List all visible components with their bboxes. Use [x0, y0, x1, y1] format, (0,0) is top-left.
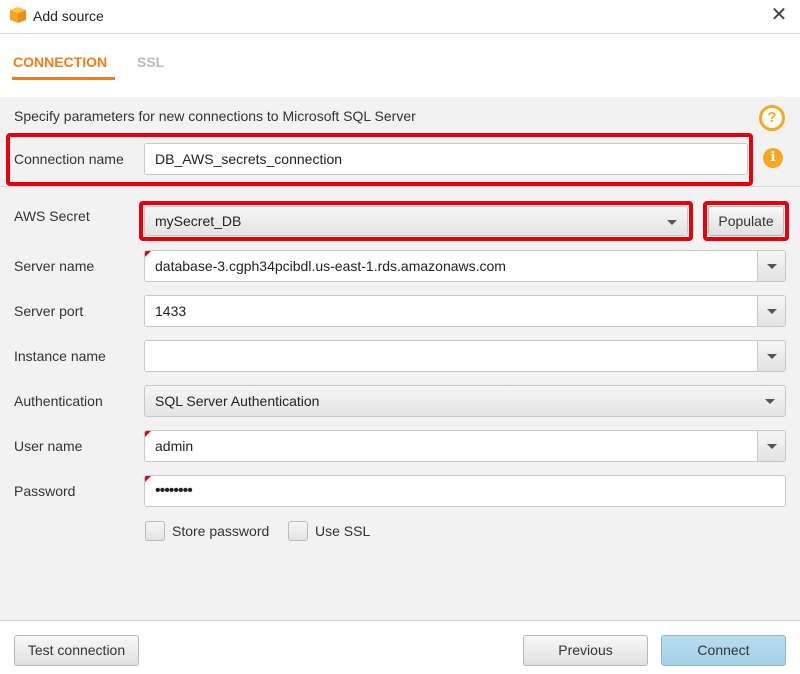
authentication-value: SQL Server Authentication — [155, 393, 320, 409]
store-password-label: Store password — [172, 523, 270, 539]
chevron-down-icon — [667, 220, 677, 225]
aws-box-icon — [10, 7, 26, 23]
test-connection-button[interactable]: Test connection — [14, 635, 139, 666]
password-input[interactable]: •••••••• — [144, 475, 786, 507]
chevron-down-icon — [767, 444, 777, 449]
server-name-label: Server name — [14, 258, 95, 274]
server-name-dropdown-button[interactable] — [757, 251, 785, 281]
aws-secret-label: AWS Secret — [14, 208, 90, 224]
server-port-value: 1433 — [155, 303, 187, 319]
divider — [0, 186, 800, 187]
aws-secret-dropdown[interactable]: mySecret_DB — [144, 206, 688, 236]
title-bar: Add source ✕ — [0, 0, 800, 34]
chevron-down-icon — [767, 309, 777, 314]
password-value: •••••••• — [155, 482, 193, 499]
tab-bar: CONNECTION SSL — [0, 35, 800, 97]
connection-name-input[interactable]: DB_AWS_secrets_connection — [144, 143, 748, 175]
form-description: Specify parameters for new connections t… — [14, 108, 416, 124]
authentication-label: Authentication — [14, 393, 103, 409]
connection-name-value: DB_AWS_secrets_connection — [155, 151, 343, 167]
password-label: Password — [14, 483, 76, 499]
server-name-combobox[interactable]: database-3.cgph34pcibdl.us-east-1.rds.am… — [144, 250, 786, 282]
server-name-value: database-3.cgph34pcibdl.us-east-1.rds.am… — [155, 258, 506, 274]
active-tab-indicator — [12, 77, 115, 80]
help-icon[interactable]: ? — [759, 105, 785, 131]
previous-button[interactable]: Previous — [523, 635, 648, 666]
populate-button[interactable]: Populate — [708, 206, 784, 236]
instance-name-label: Instance name — [14, 348, 106, 364]
chevron-down-icon — [765, 399, 775, 404]
use-ssl-label: Use SSL — [315, 523, 371, 539]
tab-ssl[interactable]: SSL — [137, 54, 164, 70]
close-icon[interactable]: ✕ — [768, 4, 790, 26]
info-icon[interactable]: i — [763, 148, 783, 168]
use-ssl-checkbox[interactable] — [288, 521, 308, 541]
required-marker — [145, 476, 151, 482]
form-panel: Specify parameters for new connections t… — [0, 97, 800, 620]
chevron-down-icon — [767, 264, 777, 269]
window-title: Add source — [33, 8, 104, 24]
required-marker — [145, 251, 151, 257]
server-port-combobox[interactable]: 1433 — [144, 295, 786, 327]
server-port-label: Server port — [14, 303, 84, 319]
connect-button[interactable]: Connect — [661, 635, 786, 666]
instance-name-combobox[interactable] — [144, 340, 786, 372]
connection-name-label: Connection name — [14, 151, 124, 167]
footer: Test connection Previous Connect — [0, 620, 800, 674]
chevron-down-icon — [767, 354, 777, 359]
user-name-label: User name — [14, 438, 83, 454]
user-name-dropdown-button[interactable] — [757, 431, 785, 461]
aws-secret-value: mySecret_DB — [155, 213, 242, 229]
instance-name-dropdown-button[interactable] — [757, 341, 785, 371]
tab-connection[interactable]: CONNECTION — [13, 54, 107, 70]
server-port-dropdown-button[interactable] — [757, 296, 785, 326]
user-name-value: admin — [155, 438, 194, 454]
store-password-checkbox[interactable] — [145, 521, 165, 541]
required-marker — [145, 431, 151, 437]
authentication-dropdown[interactable]: SQL Server Authentication — [144, 385, 786, 417]
user-name-combobox[interactable]: admin — [144, 430, 786, 462]
